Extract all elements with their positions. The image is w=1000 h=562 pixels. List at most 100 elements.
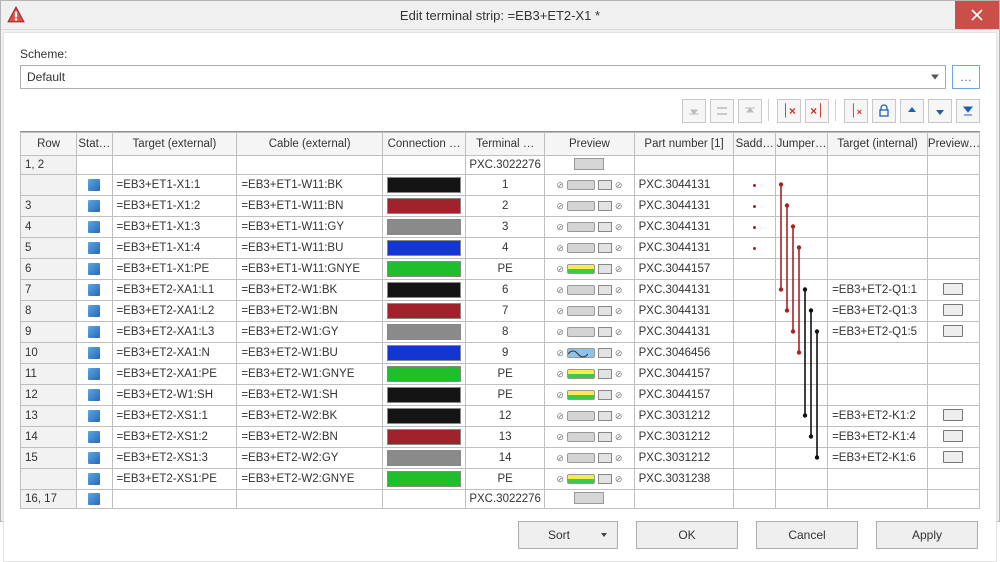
- target-ext-cell[interactable]: =EB3+ET1-X1:4: [112, 238, 237, 259]
- target-int-cell[interactable]: [828, 364, 928, 385]
- column-header[interactable]: Preview…: [927, 133, 979, 156]
- toolbar-new-below[interactable]: [738, 99, 762, 123]
- table-row[interactable]: 13=EB3+ET2-XS1:1=EB3+ET2-W2:BK12⊘⊘PXC.30…: [21, 406, 980, 427]
- preview-int-cell[interactable]: [927, 406, 979, 427]
- row-header[interactable]: [21, 469, 77, 490]
- target-int-cell[interactable]: [828, 217, 928, 238]
- preview-cell[interactable]: ⊘⊘: [545, 385, 634, 406]
- toolbar-delete[interactable]: ×׀: [805, 99, 829, 123]
- toolbar-new-above[interactable]: [682, 99, 706, 123]
- part-cell[interactable]: PXC.3044157: [634, 259, 734, 280]
- row-header[interactable]: 10: [21, 343, 77, 364]
- row-header[interactable]: 8: [21, 301, 77, 322]
- terminal-cell[interactable]: 1: [466, 175, 545, 196]
- saddle-cell[interactable]: [734, 156, 776, 175]
- row-header[interactable]: 5: [21, 238, 77, 259]
- connection-cell[interactable]: [382, 343, 465, 364]
- column-header[interactable]: Jumper…: [776, 133, 828, 156]
- terminal-cell[interactable]: 14: [466, 448, 545, 469]
- target-int-cell[interactable]: =EB3+ET2-Q1:5: [828, 322, 928, 343]
- column-header[interactable]: Row: [21, 133, 77, 156]
- jumper-cell[interactable]: [776, 469, 828, 490]
- connection-cell[interactable]: [382, 259, 465, 280]
- part-cell[interactable]: PXC.3044131: [634, 196, 734, 217]
- cable-ext-cell[interactable]: =EB3+ET1-W11:BN: [237, 196, 383, 217]
- preview-cell[interactable]: [545, 156, 634, 175]
- part-cell[interactable]: PXC.3031212: [634, 427, 734, 448]
- status-cell[interactable]: [77, 469, 112, 490]
- preview-int-cell[interactable]: [927, 385, 979, 406]
- target-int-cell[interactable]: =EB3+ET2-Q1:3: [828, 301, 928, 322]
- preview-cell[interactable]: ⊘⊘: [545, 238, 634, 259]
- jumper-cell[interactable]: [776, 448, 828, 469]
- toolbar-lock[interactable]: [872, 99, 896, 123]
- cable-ext-cell[interactable]: =EB3+ET1-W11:BK: [237, 175, 383, 196]
- target-ext-cell[interactable]: [112, 490, 237, 509]
- part-cell[interactable]: [634, 156, 734, 175]
- saddle-cell[interactable]: [734, 406, 776, 427]
- apply-button[interactable]: Apply: [876, 521, 978, 549]
- connection-cell[interactable]: [382, 280, 465, 301]
- cable-ext-cell[interactable]: =EB3+ET2-W2:BN: [237, 427, 383, 448]
- jumper-cell[interactable]: [776, 217, 828, 238]
- jumper-cell[interactable]: [776, 427, 828, 448]
- target-ext-cell[interactable]: [112, 156, 237, 175]
- cable-ext-cell[interactable]: [237, 490, 383, 509]
- saddle-cell[interactable]: [734, 196, 776, 217]
- part-cell[interactable]: PXC.3044131: [634, 175, 734, 196]
- preview-cell[interactable]: ⊘⊘: [545, 343, 634, 364]
- target-ext-cell[interactable]: =EB3+ET2-XA1:L1: [112, 280, 237, 301]
- row-header[interactable]: 6: [21, 259, 77, 280]
- terminal-cell[interactable]: 8: [466, 322, 545, 343]
- preview-cell[interactable]: ⊘⊘: [545, 259, 634, 280]
- grid-scroll[interactable]: RowStat…Target (external)Cable (external…: [20, 132, 980, 509]
- preview-int-cell[interactable]: [927, 217, 979, 238]
- toolbar-new-between[interactable]: [710, 99, 734, 123]
- connection-cell[interactable]: [382, 238, 465, 259]
- table-row[interactable]: 8=EB3+ET2-XA1:L2=EB3+ET2-W1:BN7⊘⊘PXC.304…: [21, 301, 980, 322]
- connection-cell[interactable]: [382, 322, 465, 343]
- target-ext-cell[interactable]: =EB3+ET2-XA1:L2: [112, 301, 237, 322]
- target-ext-cell[interactable]: =EB3+ET2-W1:SH: [112, 385, 237, 406]
- table-row[interactable]: =EB3+ET2-XS1:PE=EB3+ET2-W2:GNYEPE⊘⊘PXC.3…: [21, 469, 980, 490]
- cable-ext-cell[interactable]: =EB3+ET2-W2:GNYE: [237, 469, 383, 490]
- jumper-cell[interactable]: [776, 490, 828, 509]
- saddle-cell[interactable]: [734, 280, 776, 301]
- table-row[interactable]: 9=EB3+ET2-XA1:L3=EB3+ET2-W1:GY8⊘⊘PXC.304…: [21, 322, 980, 343]
- target-int-cell[interactable]: [828, 259, 928, 280]
- cable-ext-cell[interactable]: =EB3+ET2-W1:BU: [237, 343, 383, 364]
- part-cell[interactable]: PXC.3046456: [634, 343, 734, 364]
- table-row[interactable]: 15=EB3+ET2-XS1:3=EB3+ET2-W2:GY14⊘⊘PXC.30…: [21, 448, 980, 469]
- target-ext-cell[interactable]: =EB3+ET2-XS1:PE: [112, 469, 237, 490]
- jumper-cell[interactable]: [776, 406, 828, 427]
- table-row[interactable]: 12=EB3+ET2-W1:SH=EB3+ET2-W1:SHPE⊘⊘PXC.30…: [21, 385, 980, 406]
- connection-cell[interactable]: [382, 448, 465, 469]
- part-cell[interactable]: [634, 490, 734, 509]
- saddle-cell[interactable]: [734, 217, 776, 238]
- part-cell[interactable]: PXC.3044157: [634, 385, 734, 406]
- preview-cell[interactable]: ⊘⊘: [545, 175, 634, 196]
- preview-cell[interactable]: ⊘⊘: [545, 322, 634, 343]
- jumper-cell[interactable]: [776, 280, 828, 301]
- cable-ext-cell[interactable]: =EB3+ET2-W1:BK: [237, 280, 383, 301]
- toolbar-delete-left[interactable]: ׀×: [777, 99, 801, 123]
- saddle-cell[interactable]: [734, 427, 776, 448]
- cable-ext-cell[interactable]: =EB3+ET2-W1:GNYE: [237, 364, 383, 385]
- preview-int-cell[interactable]: [927, 280, 979, 301]
- target-ext-cell[interactable]: =EB3+ET1-X1:1: [112, 175, 237, 196]
- target-ext-cell[interactable]: =EB3+ET2-XA1:N: [112, 343, 237, 364]
- preview-int-cell[interactable]: [927, 490, 979, 509]
- jumper-cell[interactable]: [776, 175, 828, 196]
- toolbar-move-down[interactable]: [928, 99, 952, 123]
- jumper-cell[interactable]: [776, 196, 828, 217]
- preview-int-cell[interactable]: [927, 322, 979, 343]
- preview-cell[interactable]: [545, 490, 634, 509]
- column-header[interactable]: Stat…: [77, 133, 112, 156]
- table-row[interactable]: 7=EB3+ET2-XA1:L1=EB3+ET2-W1:BK6⊘⊘PXC.304…: [21, 280, 980, 301]
- preview-cell[interactable]: ⊘⊘: [545, 217, 634, 238]
- saddle-cell[interactable]: [734, 385, 776, 406]
- status-cell[interactable]: [77, 238, 112, 259]
- terminal-cell[interactable]: 3: [466, 217, 545, 238]
- status-cell[interactable]: [77, 364, 112, 385]
- column-header[interactable]: Target (external): [112, 133, 237, 156]
